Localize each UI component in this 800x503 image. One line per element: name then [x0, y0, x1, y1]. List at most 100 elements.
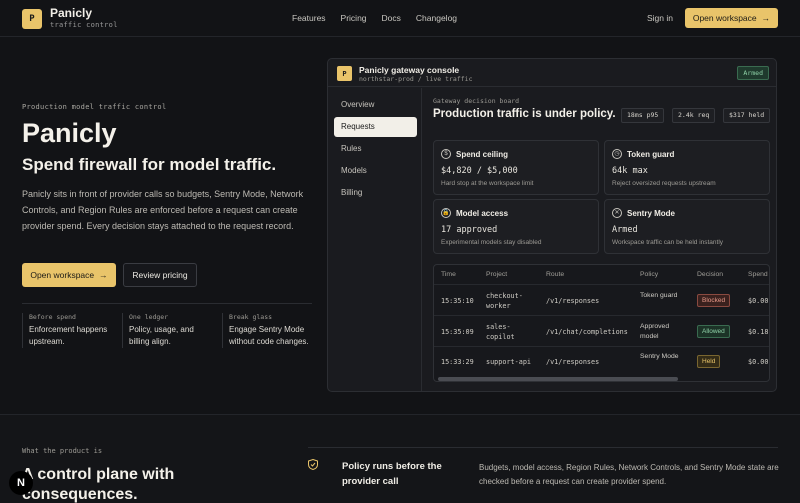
hero-description: Panicly sits in front of provider calls … — [22, 189, 304, 231]
table-row[interactable]: 15:33:29 support-api /v1/responses Sentr… — [434, 347, 769, 377]
feature-label: Before spend — [29, 313, 76, 321]
row-project: checkout-worker — [486, 292, 523, 310]
hero-open-workspace-button[interactable]: Open workspace → — [22, 263, 116, 287]
top-nav: P Panicly traffic control Features Prici… — [0, 0, 800, 37]
feature-text: Policy, usage, and billing align. — [129, 325, 194, 346]
card-note: Reject oversized requests upstream — [612, 180, 716, 187]
latency-pill: 18ms p95 — [621, 108, 665, 123]
shield-check-icon — [308, 459, 318, 470]
table-row[interactable]: 15:35:09 sales-copilot /v1/chat/completi… — [434, 316, 769, 347]
hero-title: Panicly — [22, 118, 117, 148]
card-value: $4,820 / $5,000 — [441, 166, 518, 176]
card-title: Token guard — [627, 149, 675, 159]
row-route: /v1/responses — [546, 358, 600, 366]
table-row[interactable]: 15:35:10 checkout-worker /v1/responses T… — [434, 285, 769, 316]
col-spend: Spend — [748, 271, 768, 278]
console-title: Panicly gateway console — [359, 65, 460, 75]
divider — [308, 447, 778, 448]
n-logo-icon[interactable]: N — [9, 471, 33, 495]
nav-link-pricing[interactable]: Pricing — [341, 13, 367, 23]
card-value: Armed — [612, 225, 638, 235]
row-policy: Sentry Mode — [640, 353, 679, 360]
row-policy: Approved model — [640, 323, 670, 340]
nav-link-features[interactable]: Features — [292, 13, 326, 23]
requests-table: Time Project Route Policy Decision Spend… — [433, 264, 770, 382]
review-pricing-button[interactable]: Review pricing — [123, 263, 197, 287]
close-circle-icon: ✕ — [612, 208, 622, 218]
col-decision: Decision — [697, 271, 724, 278]
clock-icon: ◷ — [612, 149, 622, 159]
sidebar-item-overview[interactable]: Overview — [334, 95, 417, 115]
row-route: /v1/chat/completions — [546, 328, 628, 336]
divider — [22, 303, 312, 304]
sidebar-item-billing[interactable]: Billing — [334, 183, 417, 203]
feature-label: One ledger — [129, 313, 169, 321]
feature-text: Enforcement happens upstream. — [29, 325, 108, 346]
console-main: Gateway decision board Production traffi… — [423, 88, 776, 391]
arrow-right-icon: → — [761, 13, 771, 23]
section-title: A control plane with consequences. — [22, 466, 175, 503]
open-workspace-label: Open workspace — [692, 13, 757, 23]
console-header: P Panicly gateway console northstar-prod… — [328, 59, 776, 87]
card-spend-ceiling: $ Spend ceiling $4,820 / $5,000 Hard sto… — [433, 140, 599, 195]
row-spend: $0.00 — [748, 358, 769, 366]
row-spend: $0.18 — [748, 328, 769, 336]
feature-one-ledger: One ledger Policy, usage, and billing al… — [122, 313, 214, 348]
product-section: What the product is A control plane with… — [0, 414, 800, 503]
card-note: Experimental models stay disabled — [441, 239, 542, 246]
row-time: 15:35:09 — [441, 328, 474, 336]
feature-description: Budgets, model access, Region Rules, Net… — [479, 463, 779, 486]
card-title: Sentry Mode — [627, 208, 676, 218]
board-label: Gateway decision board — [433, 97, 520, 105]
row-time: 15:35:10 — [441, 297, 474, 305]
card-title: Model access — [456, 208, 509, 218]
hero-subtitle: Spend firewall for model traffic. — [22, 155, 277, 174]
console-sidebar: Overview Requests Rules Models Billing — [328, 88, 422, 391]
feature-label: Break glass — [229, 313, 273, 321]
requests-pill: 2.4k req — [672, 108, 716, 123]
hero-eyebrow: Production model traffic control — [22, 103, 167, 111]
lock-icon: 🔒 — [441, 208, 451, 218]
card-note: Hard stop at the workspace limit — [441, 180, 534, 187]
gateway-console: P Panicly gateway console northstar-prod… — [327, 58, 777, 392]
sidebar-item-rules[interactable]: Rules — [334, 139, 417, 159]
feature-heading: Policy runs before the provider call — [342, 461, 442, 487]
sidebar-item-models[interactable]: Models — [334, 161, 417, 181]
card-note: Workspace traffic can be held instantly — [612, 239, 724, 246]
brand[interactable]: P Panicly traffic control — [22, 7, 118, 30]
brand-logo: P — [22, 8, 42, 29]
table-header: Time Project Route Policy Decision Spend — [434, 265, 769, 285]
feature-text: Engage Sentry Mode without code changes. — [229, 325, 309, 346]
card-sentry-mode: ✕ Sentry Mode Armed Workspace traffic ca… — [604, 199, 770, 254]
open-workspace-button[interactable]: Open workspace → — [685, 8, 778, 28]
held-pill: $317 held — [723, 108, 771, 123]
status-badge: Armed — [737, 66, 769, 80]
nav-link-docs[interactable]: Docs — [382, 13, 401, 23]
board-title: Production traffic is under policy. — [433, 108, 616, 120]
sidebar-item-requests[interactable]: Requests — [334, 117, 417, 137]
col-project: Project — [486, 271, 508, 278]
horizontal-scrollbar[interactable] — [438, 377, 678, 381]
row-project: support-api — [486, 358, 532, 366]
row-spend: $0.00 — [748, 297, 769, 305]
nav-links: Features Pricing Docs Changelog — [292, 13, 457, 23]
card-model-access: 🔒 Model access 17 approved Experimental … — [433, 199, 599, 254]
hero-open-workspace-label: Open workspace — [30, 270, 95, 280]
decision-badge: Allowed — [697, 325, 730, 338]
card-value: 64k max — [612, 166, 648, 176]
col-policy: Policy — [640, 271, 659, 278]
arrow-right-icon: → — [99, 270, 108, 280]
console-subtitle: northstar-prod / live traffic — [359, 75, 473, 83]
row-project: sales-copilot — [486, 323, 515, 341]
nav-link-changelog[interactable]: Changelog — [416, 13, 457, 23]
decision-badge: Blocked — [697, 294, 731, 307]
card-value: 17 approved — [441, 225, 498, 235]
row-policy: Token guard — [640, 292, 678, 299]
brand-tagline: traffic control — [50, 21, 118, 29]
dollar-icon: $ — [441, 149, 451, 159]
card-title: Spend ceiling — [456, 149, 509, 159]
section-eyebrow: What the product is — [22, 447, 103, 455]
sign-in-link[interactable]: Sign in — [647, 13, 673, 23]
decision-badge: Held — [697, 355, 721, 368]
brand-name: Panicly — [50, 6, 93, 20]
